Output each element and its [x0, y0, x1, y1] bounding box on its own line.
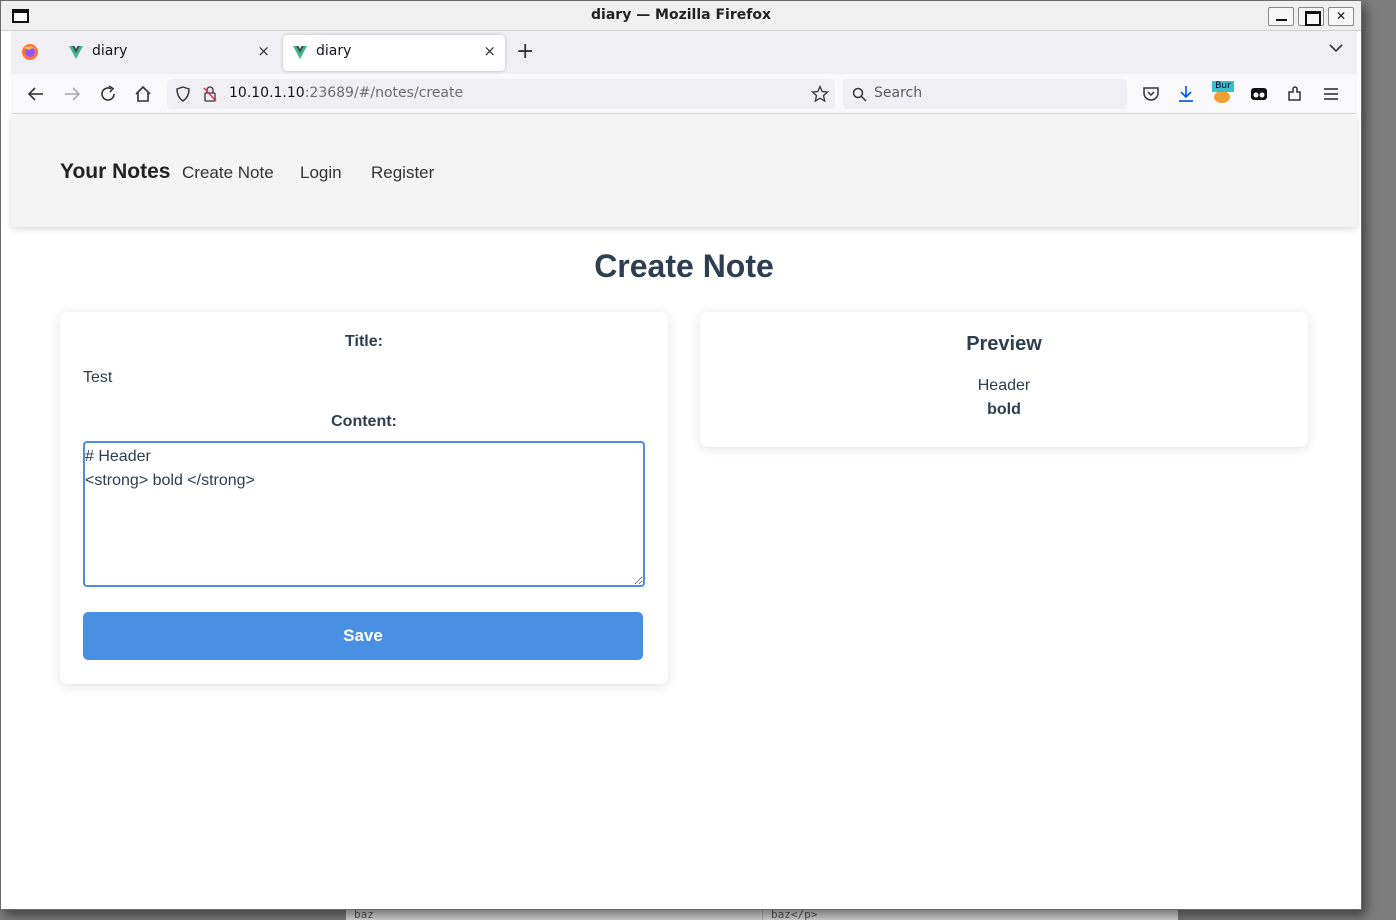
title-label: Title:: [345, 333, 383, 350]
address-bar[interactable]: 10.10.1.10:23689/#/notes/create: [167, 79, 835, 109]
title-input[interactable]: [83, 364, 645, 392]
downloads-icon[interactable]: [1176, 84, 1196, 104]
search-bar[interactable]: Search: [843, 79, 1127, 109]
tab-label: diary: [92, 43, 128, 59]
nav-login[interactable]: Login: [300, 163, 342, 183]
forward-icon[interactable]: [62, 84, 82, 104]
nav-create-note[interactable]: Create Note: [182, 163, 274, 183]
tab-diary-2[interactable]: diary ×: [283, 35, 505, 71]
url-text: 10.10.1.10:23689/#/notes/create: [229, 85, 464, 101]
tab-strip: diary × diary × +: [11, 31, 1357, 74]
back-icon[interactable]: [26, 84, 46, 104]
preview-header-text: Header: [977, 377, 1031, 394]
insecure-lock-icon[interactable]: [202, 86, 218, 102]
save-button[interactable]: Save: [83, 612, 643, 660]
container-extension-icon[interactable]: [1249, 84, 1269, 104]
navigation-toolbar: 10.10.1.10:23689/#/notes/create Search B…: [11, 74, 1357, 114]
preview-heading: Preview: [966, 333, 1042, 355]
firefox-view-icon[interactable]: [20, 42, 40, 62]
close-window-button[interactable]: ✕: [1328, 7, 1354, 26]
bookmark-star-icon[interactable]: [811, 85, 829, 103]
list-all-tabs-icon[interactable]: [1329, 41, 1343, 55]
burp-extension-icon[interactable]: Bur: [1212, 81, 1234, 105]
close-tab-icon[interactable]: ×: [257, 42, 270, 60]
nav-register[interactable]: Register: [371, 163, 434, 183]
vue-favicon-icon: [69, 46, 83, 59]
title-bar: diary — Mozilla Firefox ✕: [1, 1, 1361, 31]
hamburger-menu-icon[interactable]: [1321, 84, 1341, 104]
site-navbar: Your Notes Create Note Login Register: [11, 115, 1357, 227]
tab-label: diary: [316, 43, 352, 59]
search-placeholder: Search: [874, 85, 923, 101]
firefox-window: diary — Mozilla Firefox ✕ diary × diary: [0, 0, 1362, 910]
minimize-button[interactable]: [1268, 7, 1294, 26]
shield-icon[interactable]: [175, 86, 191, 102]
note-form-card: Title: Content: # Header <strong> bold <…: [60, 312, 668, 684]
reload-icon[interactable]: [98, 84, 118, 104]
extensions-puzzle-icon[interactable]: [1285, 84, 1305, 104]
pocket-icon[interactable]: [1141, 84, 1161, 104]
new-tab-button[interactable]: +: [516, 39, 534, 64]
tab-diary-1[interactable]: diary ×: [59, 35, 279, 71]
window-title: diary — Mozilla Firefox: [591, 7, 771, 23]
content-label: Content:: [331, 413, 397, 430]
brand-link[interactable]: Your Notes: [60, 160, 170, 184]
vue-favicon-icon: [293, 46, 307, 59]
content-textarea[interactable]: # Header <strong> bold </strong>: [83, 441, 645, 587]
maximize-button[interactable]: [1298, 7, 1324, 26]
page-title: Create Note: [594, 248, 774, 284]
search-icon: [852, 87, 867, 102]
extension-badge: Bur: [1212, 81, 1234, 92]
preview-card: Preview Header bold: [700, 312, 1308, 447]
page-viewport: Your Notes Create Note Login Register Cr…: [11, 115, 1357, 903]
close-tab-icon[interactable]: ×: [483, 42, 496, 60]
home-icon[interactable]: [133, 84, 153, 104]
preview-bold-text: bold: [987, 401, 1021, 418]
